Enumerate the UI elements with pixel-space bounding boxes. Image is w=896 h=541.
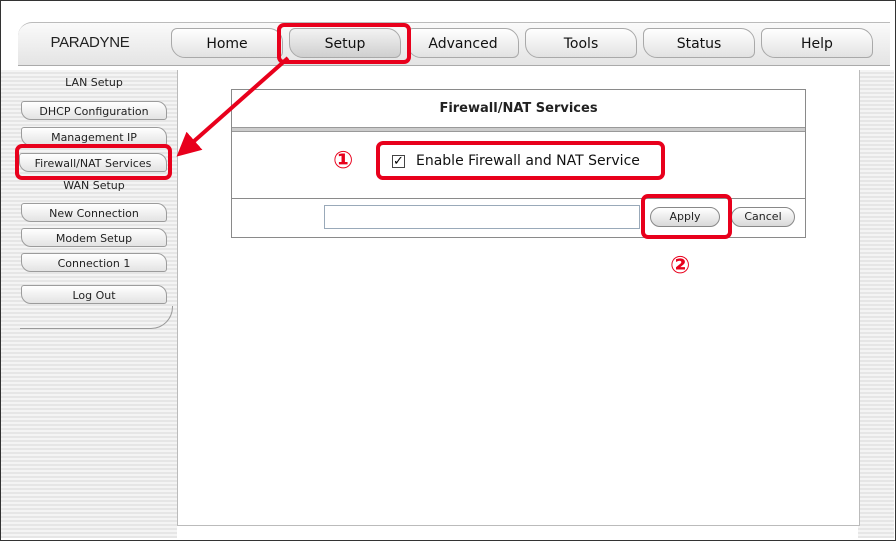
setup-tab-highlight — [277, 23, 411, 64]
annotation-arrow — [176, 56, 290, 157]
apply-button-highlight — [641, 194, 732, 239]
arrow-line — [176, 56, 290, 157]
step-1-marker: ① — [333, 146, 354, 174]
step-2-marker: ② — [670, 251, 691, 279]
checkbox-highlight — [376, 141, 665, 180]
firewall-menu-highlight — [15, 144, 172, 180]
